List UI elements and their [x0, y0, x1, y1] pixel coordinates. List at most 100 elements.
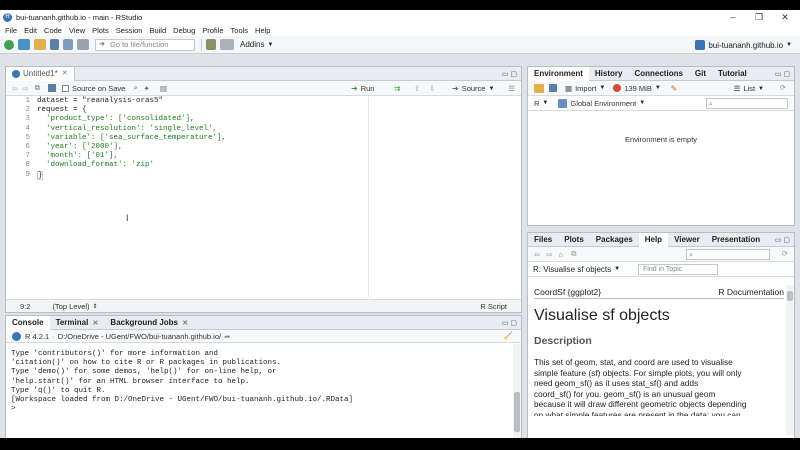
- refresh-icon[interactable]: ⟳: [780, 83, 786, 92]
- menu-session[interactable]: Session: [116, 26, 143, 35]
- refresh-icon[interactable]: ⟳: [782, 249, 788, 258]
- version-control-icon[interactable]: [206, 39, 216, 50]
- tab-background-jobs[interactable]: Background Jobs ✕: [104, 316, 194, 330]
- pane-layout-icon[interactable]: [220, 39, 234, 50]
- tab-help[interactable]: Help: [638, 232, 669, 247]
- save-icon[interactable]: [549, 84, 557, 92]
- chevron-down-icon[interactable]: ▼: [599, 85, 605, 91]
- pane-minmax-icon[interactable]: ▭ ▢: [775, 70, 790, 78]
- wand-icon[interactable]: ✦: [144, 84, 150, 93]
- find-in-topic-input[interactable]: Find in Topic: [638, 264, 718, 275]
- tab-connections[interactable]: Connections: [628, 67, 688, 81]
- forward-icon[interactable]: ⇨: [22, 84, 28, 93]
- console-scrollbar[interactable]: [513, 344, 521, 438]
- tab-terminal-label: Terminal: [55, 317, 89, 327]
- tab-presentation[interactable]: Presentation: [706, 233, 766, 247]
- pane-minmax-icon[interactable]: ▭ ▢: [502, 319, 517, 327]
- environment-search-input[interactable]: ⌕: [706, 98, 788, 109]
- close-tab-icon[interactable]: ✕: [62, 67, 68, 81]
- view-mode-selector[interactable]: ☰ List ▼: [734, 84, 764, 93]
- chevron-down-icon[interactable]: ▼: [542, 100, 548, 106]
- tab-packages[interactable]: Packages: [590, 233, 639, 247]
- goto-file-input[interactable]: Go to file/function: [95, 38, 195, 51]
- tab-untitled1[interactable]: Untitled1* ✕: [6, 66, 75, 81]
- scrollbar-thumb[interactable]: [787, 291, 793, 301]
- menu-edit[interactable]: Edit: [24, 26, 37, 35]
- help-topic-selector[interactable]: R: Visualise sf objects: [533, 265, 611, 274]
- scope-selector[interactable]: (Top Level): [52, 302, 89, 311]
- forward-icon[interactable]: ⇨: [546, 250, 552, 259]
- chevron-down-icon[interactable]: ▼: [639, 100, 645, 106]
- run-arrow-icon: ➜: [351, 84, 358, 93]
- pane-minmax-icon[interactable]: ▭ ▢: [502, 70, 517, 78]
- tab-console[interactable]: Console: [6, 315, 50, 330]
- back-icon[interactable]: ⇦: [12, 84, 18, 93]
- load-workspace-icon[interactable]: [534, 83, 544, 93]
- search-icon[interactable]: ⌕: [133, 83, 137, 93]
- compile-report-icon[interactable]: ▤: [160, 84, 167, 93]
- go-down-icon[interactable]: ⇩: [429, 84, 435, 93]
- chevron-down-icon[interactable]: ▼: [267, 42, 273, 48]
- menu-help[interactable]: Help: [255, 26, 270, 35]
- help-scrollbar[interactable]: [786, 285, 794, 435]
- menu-file[interactable]: File: [5, 26, 17, 35]
- addins-menu[interactable]: Addins: [240, 40, 264, 49]
- tab-git[interactable]: Git: [689, 67, 712, 81]
- tab-viewer[interactable]: Viewer: [668, 233, 706, 247]
- clear-console-icon[interactable]: 🧹: [504, 331, 513, 340]
- goto-dir-icon[interactable]: ➦: [224, 332, 230, 341]
- tab-tutorial[interactable]: Tutorial: [712, 67, 753, 81]
- menu-plots[interactable]: Plots: [92, 26, 109, 35]
- chevron-down-icon[interactable]: ▼: [614, 266, 620, 272]
- go-up-icon[interactable]: ⇧: [414, 84, 420, 93]
- menu-profile[interactable]: Profile: [202, 26, 223, 35]
- print-icon[interactable]: [77, 39, 89, 50]
- close-tab-icon[interactable]: ✕: [182, 320, 188, 327]
- project-menu[interactable]: bui-tuananh.github.io ▼: [695, 40, 792, 50]
- file-type-selector[interactable]: R Script: [480, 302, 507, 311]
- chevron-down-icon[interactable]: ▼: [655, 85, 661, 91]
- tab-environment[interactable]: Environment: [528, 66, 589, 81]
- chevron-down-icon[interactable]: ⇕: [93, 303, 98, 310]
- scrollbar-thumb[interactable]: [514, 392, 520, 432]
- new-project-icon[interactable]: [18, 39, 30, 50]
- save-all-icon[interactable]: [63, 39, 73, 50]
- tab-files[interactable]: Files: [528, 233, 558, 247]
- outline-icon[interactable]: ☰: [508, 84, 515, 93]
- clear-workspace-icon[interactable]: ✎: [671, 84, 677, 93]
- menu-view[interactable]: View: [69, 26, 85, 35]
- rerun-icon[interactable]: ⇉: [394, 84, 400, 93]
- tab-plots[interactable]: Plots: [558, 233, 590, 247]
- run-button[interactable]: ➜ Run: [351, 84, 374, 93]
- save-icon[interactable]: [47, 84, 56, 92]
- tab-terminal[interactable]: Terminal ✕: [50, 316, 105, 330]
- console-line: 'help.start()' for an HTML browser inter…: [11, 377, 250, 386]
- open-file-icon[interactable]: [34, 39, 46, 50]
- menu-tools[interactable]: Tools: [231, 26, 249, 35]
- maximize-button[interactable]: ❐: [746, 10, 772, 24]
- console-output[interactable]: Type 'contributors()' for more informati…: [11, 350, 511, 414]
- tab-history[interactable]: History: [589, 67, 629, 81]
- language-selector[interactable]: R: [534, 99, 539, 108]
- source-button[interactable]: ➜ Source ▼: [452, 84, 494, 93]
- code-area[interactable]: 1 2 3 4 5 6 7 8 9 dataset = "reanalysis-…: [6, 97, 521, 297]
- close-button[interactable]: ✕: [772, 10, 798, 24]
- source-on-save-checkbox[interactable]: [61, 84, 69, 92]
- close-tab-icon[interactable]: ✕: [93, 320, 99, 327]
- menu-build[interactable]: Build: [149, 26, 166, 35]
- help-search-input[interactable]: ⌕: [686, 249, 770, 260]
- show-in-window-icon[interactable]: ⧉: [571, 249, 576, 259]
- console-prompt[interactable]: >: [11, 405, 511, 414]
- minimize-button[interactable]: –: [720, 10, 746, 24]
- memory-usage[interactable]: 139 MiB: [624, 84, 652, 93]
- back-icon[interactable]: ⇦: [534, 250, 540, 259]
- import-dataset-button[interactable]: Import: [575, 84, 596, 93]
- environment-scope-selector[interactable]: Global Environment: [570, 99, 636, 108]
- show-in-window-icon[interactable]: ⧉: [35, 83, 40, 93]
- home-icon[interactable]: ⌂: [559, 250, 564, 259]
- menu-code[interactable]: Code: [44, 26, 62, 35]
- menu-debug[interactable]: Debug: [173, 26, 195, 35]
- new-file-icon[interactable]: [4, 39, 14, 50]
- pane-minmax-icon[interactable]: ▭ ▢: [775, 236, 790, 244]
- save-icon[interactable]: [50, 39, 59, 50]
